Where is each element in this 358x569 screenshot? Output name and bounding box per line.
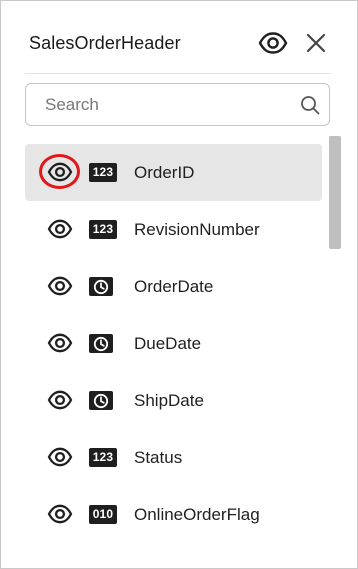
number-icon: 123 <box>89 448 117 467</box>
close-icon <box>306 33 326 53</box>
scrollbar-thumb[interactable] <box>329 136 341 249</box>
field-label: ShipDate <box>134 391 204 410</box>
number-icon: 123 <box>89 220 117 239</box>
eye-icon[interactable] <box>47 503 73 525</box>
eye-icon[interactable] <box>47 446 73 468</box>
field-row[interactable]: ShipDate <box>25 372 322 429</box>
fields-panel: SalesOrderHeader 123 OrderID 123 RevisionNu… <box>0 0 358 569</box>
eye-icon <box>258 32 288 54</box>
field-label: OrderID <box>134 163 195 182</box>
field-row[interactable]: OrderDate <box>25 258 322 315</box>
clock-icon <box>89 334 113 353</box>
field-list: 123 OrderID 123 RevisionNumber OrderDate DueD… <box>25 144 322 568</box>
field-row[interactable]: DueDate <box>25 315 322 372</box>
search-input[interactable] <box>26 84 296 125</box>
highlight-annotation <box>39 154 80 189</box>
field-label: OnlineOrderFlag <box>134 505 260 524</box>
field-row[interactable]: 010 OnlineOrderFlag <box>25 486 322 543</box>
field-label: RevisionNumber <box>134 220 260 239</box>
search-box <box>25 83 330 126</box>
field-label: Status <box>134 448 183 467</box>
eye-icon[interactable] <box>47 275 73 297</box>
boolean-icon: 010 <box>89 505 117 524</box>
clock-icon <box>89 277 113 296</box>
eye-icon[interactable] <box>47 218 73 240</box>
header-divider <box>25 73 331 74</box>
field-label: DueDate <box>134 334 202 353</box>
clock-icon <box>89 391 113 410</box>
field-row[interactable]: 123 RevisionNumber <box>25 201 322 258</box>
eye-icon[interactable] <box>47 389 73 411</box>
toggle-all-visibility-button[interactable] <box>258 31 288 55</box>
search-icon[interactable] <box>300 95 320 115</box>
number-icon: 123 <box>89 163 117 182</box>
close-button[interactable] <box>305 32 327 54</box>
panel-header: SalesOrderHeader <box>29 27 333 61</box>
field-row[interactable]: 123 OrderID <box>25 144 322 201</box>
eye-icon[interactable] <box>47 332 73 354</box>
scrollbar[interactable] <box>328 136 342 568</box>
field-label: OrderDate <box>134 277 214 296</box>
panel-title: SalesOrderHeader <box>29 33 181 53</box>
field-row[interactable]: 123 Status <box>25 429 322 486</box>
